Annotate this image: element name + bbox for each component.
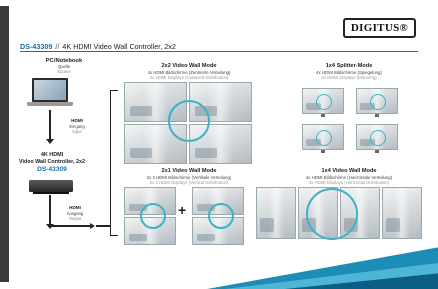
monitor-icon	[256, 187, 296, 239]
highlight-ring	[370, 130, 386, 146]
highlight-ring	[306, 188, 358, 240]
device-icon	[29, 180, 73, 194]
laptop-icon	[27, 78, 73, 110]
monitor-stand	[321, 114, 325, 117]
mode-bracket	[110, 90, 118, 236]
highlight-ring	[370, 94, 386, 110]
controller-code: DS-43309	[37, 166, 67, 173]
monitor-stand	[375, 114, 379, 117]
product-title: 4K HDMI Video Wall Controller, 2x2	[62, 42, 176, 51]
source-block: PC/Notebook Quelle Source	[22, 58, 106, 74]
monitor-icon	[382, 187, 422, 239]
controller-line2: Video Wall Controller, 2x2	[19, 158, 85, 165]
title-separator: //	[55, 42, 60, 51]
highlight-ring	[316, 130, 332, 146]
controller-title: 4K HDMI Video Wall Controller, 2x2	[12, 152, 92, 165]
source-en: Source	[57, 69, 71, 74]
monitor-stand	[375, 150, 379, 153]
brand-logo: DIGITUS®	[342, 18, 416, 38]
output-en: Output	[68, 215, 82, 221]
mode-2x1-en: 2x 2 HDMI Displays (Vertical Distributio…	[149, 180, 229, 185]
highlight-ring	[208, 203, 234, 229]
mode-1x4-wall-title: 1x4 Video Wall Mode	[321, 168, 377, 174]
bracket-connector	[96, 225, 110, 227]
monitor-stand	[321, 150, 325, 153]
arrow-down-icon	[46, 195, 54, 229]
highlight-ring	[316, 94, 332, 110]
page-title: DS-43309//4K HDMI Video Wall Controller,…	[20, 42, 176, 51]
mode-1x4-splitter-title: 1x4 Splitter-Mode	[325, 63, 373, 69]
arrow-down-icon	[46, 110, 54, 144]
title-underline	[20, 51, 418, 52]
arrow-right-icon	[90, 223, 95, 229]
mode-1x4-splitter-en: 4x HDMI Displays (Mirroring)	[321, 75, 377, 80]
highlight-ring	[168, 100, 210, 142]
left-accent-bar	[0, 6, 9, 282]
output-connector	[50, 225, 90, 227]
input-label: HDMI Eingang Input	[57, 118, 97, 134]
mode-2x2-title: 2x2 Video Wall Mode	[161, 63, 217, 69]
mode-1x4-wall-en: 4x HDMI Displays (Horizontal Distributio…	[308, 180, 390, 185]
product-code: DS-43309	[20, 42, 53, 51]
plus-symbol: +	[178, 202, 187, 218]
mode-2x1-title: 2x1 Video Wall Mode	[161, 168, 217, 174]
mode-2x2-en: 4x HDMI Displays (Centered Distribution)	[149, 75, 229, 80]
input-en: Input	[72, 128, 82, 134]
product-sheet: DIGITUS® DS-43309//4K HDMI Video Wall Co…	[0, 0, 438, 289]
highlight-ring	[140, 203, 166, 229]
output-label: HDMI Ausgang Output	[55, 205, 95, 221]
